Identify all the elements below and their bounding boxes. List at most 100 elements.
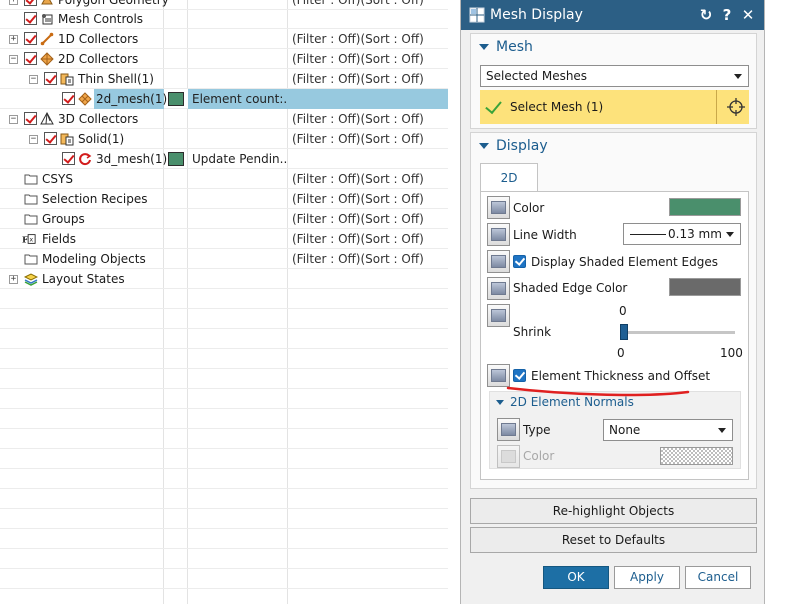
tree-row-fields[interactable]: Fx Fields (Filter : Off)(Sort : Off) <box>0 229 448 249</box>
tree-label: Mesh Controls <box>58 12 144 26</box>
tree-label: Thin Shell(1) <box>78 72 154 86</box>
tree-row-selection-recipes[interactable]: Selection Recipes (Filter : Off)(Sort : … <box>0 189 448 209</box>
collapse-triangle-icon <box>496 400 504 405</box>
tree-label: 3D Collectors <box>58 112 139 126</box>
mesh-group: Mesh Selected Meshes Select Mesh (1) <box>470 33 757 129</box>
tab-2d[interactable]: 2D <box>480 163 538 192</box>
tree-row-1d-collectors[interactable]: + 1D Collectors (Filter : Off)(Sort : Of… <box>0 29 448 49</box>
cancel-button[interactable]: Cancel <box>685 566 751 589</box>
folder-icon <box>24 174 38 185</box>
visibility-checkbox[interactable] <box>44 132 57 145</box>
empty-row <box>0 309 448 329</box>
shrink-slider-thumb[interactable] <box>620 324 628 340</box>
empty-row <box>0 369 448 389</box>
line-width-dropdown[interactable]: 0.13 mm <box>623 223 741 245</box>
mesh-color-swatch <box>168 92 184 106</box>
tree-label: 2d_mesh(1) <box>96 92 168 106</box>
collapse-icon[interactable]: − <box>9 115 18 124</box>
normals-type-settings-button[interactable] <box>497 418 520 441</box>
visibility-checkbox[interactable] <box>24 12 37 25</box>
shrink-settings-button[interactable] <box>487 304 510 327</box>
visibility-checkbox[interactable] <box>44 72 57 85</box>
mesh-scope-dropdown[interactable]: Selected Meshes <box>480 65 749 87</box>
3d-collector-icon <box>40 112 54 125</box>
thickness-settings-button[interactable] <box>487 364 510 387</box>
physical-property-icon <box>60 73 74 86</box>
tree-row-modeling-objects[interactable]: Modeling Objects (Filter : Off)(Sort : O… <box>0 249 448 269</box>
tree-row-3d-mesh[interactable]: 3d_mesh(1) Update Pendin... <box>0 149 448 169</box>
mesh-color-swatch <box>168 152 184 166</box>
reset-to-defaults-button[interactable]: Reset to Defaults <box>470 527 757 553</box>
shaded-edge-color-settings-button[interactable] <box>487 277 510 300</box>
visibility-checkbox[interactable] <box>24 112 37 125</box>
shrink-current-value: 0 <box>619 304 627 318</box>
tree-row-mesh-controls[interactable]: Mesh Controls <box>0 9 448 29</box>
tree-row-2d-collectors[interactable]: − 2D Collectors (Filter : Off)(Sort : Of… <box>0 49 448 69</box>
expand-icon[interactable]: + <box>9 275 18 284</box>
tree-row-solid[interactable]: − Solid(1) (Filter : Off)(Sort : Off) <box>0 129 448 149</box>
thickness-offset-checkbox[interactable] <box>513 369 526 382</box>
rehighlight-objects-button[interactable]: Re-highlight Objects <box>470 498 757 524</box>
dialog-title: Mesh Display <box>490 7 583 23</box>
shaded-edges-settings-button[interactable] <box>487 250 510 273</box>
close-icon[interactable]: ✕ <box>739 0 757 30</box>
divider <box>716 90 717 124</box>
empty-row <box>0 289 448 309</box>
collapse-icon[interactable]: − <box>29 75 38 84</box>
folder-icon <box>24 194 38 205</box>
shrink-slider-track[interactable] <box>623 331 735 334</box>
visibility-checkbox[interactable] <box>62 152 75 165</box>
visibility-checkbox[interactable] <box>24 0 37 6</box>
line-sample-icon <box>630 234 666 235</box>
shaded-edges-checkbox[interactable] <box>513 255 526 268</box>
2d-collector-icon <box>40 52 54 66</box>
empty-row <box>0 549 448 569</box>
collapse-icon[interactable]: − <box>29 135 38 144</box>
display-group: Display 2D Color Line Width 0.13 mm Disp… <box>470 132 757 489</box>
apply-button[interactable]: Apply <box>614 566 680 589</box>
empty-row <box>0 409 448 429</box>
mesh-display-dialog: Mesh Display ↻ ? ✕ Mesh Selected Meshes … <box>460 0 765 604</box>
collapse-icon[interactable]: − <box>9 55 18 64</box>
empty-row <box>0 429 448 449</box>
physical-property-icon <box>60 133 74 146</box>
normals-type-dropdown[interactable]: None <box>603 419 733 441</box>
expand-icon[interactable]: + <box>9 0 18 5</box>
1d-collector-icon <box>40 32 54 46</box>
expand-icon[interactable]: + <box>9 35 18 44</box>
color-label: Color <box>513 201 545 215</box>
update-pending-icon <box>79 153 92 166</box>
shaded-edge-color-label: Shaded Edge Color <box>513 281 628 295</box>
visibility-checkbox[interactable] <box>62 92 75 105</box>
tree-row-layout-states[interactable]: + Layout States <box>0 269 448 289</box>
line-width-settings-button[interactable] <box>487 223 510 246</box>
visibility-checkbox[interactable] <box>24 32 37 45</box>
filter-status: (Filter : Off)(Sort : Off) <box>292 32 424 46</box>
tree-row-groups[interactable]: Groups (Filter : Off)(Sort : Off) <box>0 209 448 229</box>
tree-label: Layout States <box>42 272 125 286</box>
mesh-info: Update Pendin... <box>192 152 288 166</box>
color-settings-button[interactable] <box>487 196 510 219</box>
reset-dialog-icon[interactable]: ↻ <box>697 0 715 30</box>
empty-row <box>0 509 448 529</box>
2d-mesh-icon <box>78 92 92 106</box>
tree-row-3d-collectors[interactable]: − 3D Collectors (Filter : Off)(Sort : Of… <box>0 109 448 129</box>
tree-row-thin-shell[interactable]: − Thin Shell(1) (Filter : Off)(Sort : Of… <box>0 69 448 89</box>
tree-row-csys[interactable]: CSYS (Filter : Off)(Sort : Off) <box>0 169 448 189</box>
fields-icon: Fx <box>22 234 36 246</box>
filter-status: (Filter : Off)(Sort : Off) <box>292 192 424 206</box>
tree-label: 3d_mesh(1) <box>96 152 168 166</box>
select-mesh-row[interactable]: Select Mesh (1) <box>480 90 749 124</box>
visibility-checkbox[interactable] <box>24 52 37 65</box>
shaded-edge-color-picker[interactable] <box>669 278 741 296</box>
empty-row <box>0 329 448 349</box>
tree-label: Groups <box>42 212 85 226</box>
crosshair-select-icon[interactable] <box>727 98 745 116</box>
dialog-titlebar[interactable]: Mesh Display ↻ ? ✕ <box>461 0 764 30</box>
tree-row-2d-mesh[interactable]: 2d_mesh(1) Element count:... <box>0 89 448 109</box>
help-icon[interactable]: ? <box>718 0 736 30</box>
ok-button[interactable]: OK <box>543 566 609 589</box>
empty-row <box>0 469 448 489</box>
empty-row <box>0 449 448 469</box>
color-picker[interactable] <box>669 198 741 216</box>
